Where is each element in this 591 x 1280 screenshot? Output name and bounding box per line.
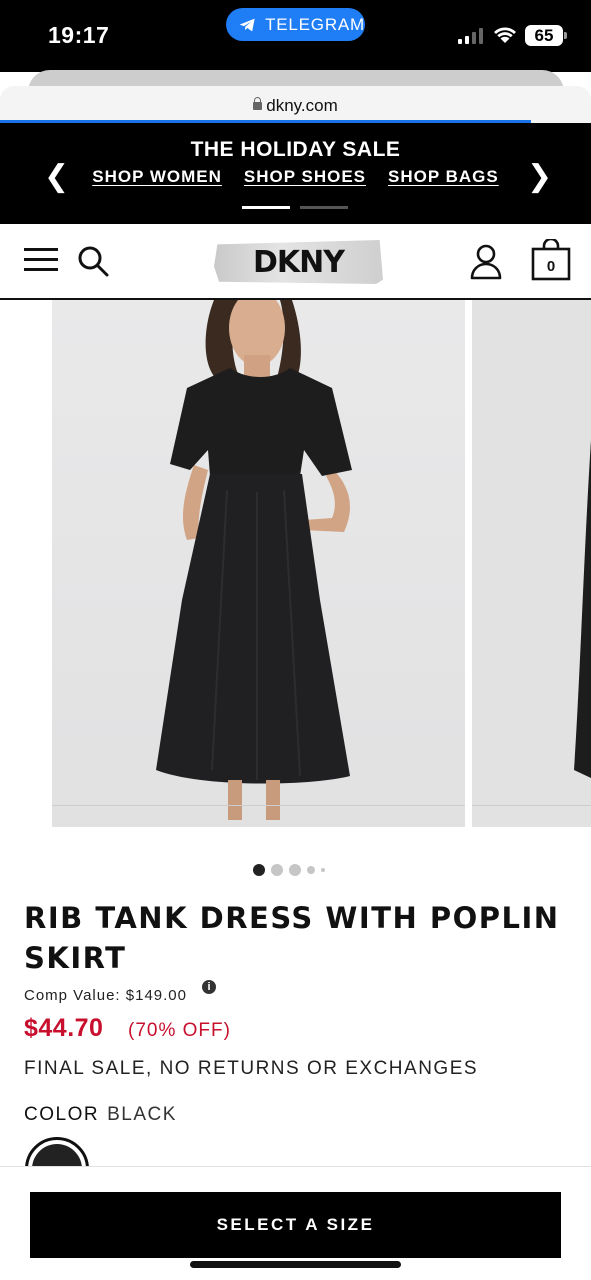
- status-bar: 19:17 TELEGRAM 65: [0, 0, 591, 72]
- promo-carousel-indicator: [242, 206, 348, 209]
- battery-icon: 65: [525, 25, 567, 46]
- lock-icon: [253, 97, 263, 110]
- product-image-carousel[interactable]: [0, 300, 591, 828]
- gallery-dot[interactable]: [271, 864, 283, 876]
- promo-title: THE HOLIDAY SALE: [190, 138, 401, 161]
- final-sale-notice: FINAL SALE, NO RETURNS OR EXCHANGES: [24, 1058, 479, 1079]
- sale-price: $44.70: [24, 1014, 104, 1042]
- bag-count: 0: [546, 258, 556, 275]
- discount-percent: (70% OFF): [128, 1020, 231, 1041]
- dress-model-illustration: [156, 300, 352, 820]
- search-icon[interactable]: [76, 244, 110, 278]
- product-image-main[interactable]: [52, 300, 465, 827]
- gallery-dot-active[interactable]: [253, 864, 265, 876]
- select-size-button[interactable]: SELECT A SIZE: [30, 1192, 561, 1258]
- color-label: COLOR: [24, 1104, 100, 1125]
- shopping-bag-icon[interactable]: 0: [531, 237, 571, 281]
- promo-next-chevron-icon[interactable]: ❯: [527, 159, 552, 194]
- url-text: dkny.com: [266, 96, 338, 115]
- site-header: DKNY 0: [0, 224, 591, 300]
- shop-shoes-link[interactable]: SHOP SHOES: [244, 167, 366, 187]
- menu-hamburger-icon[interactable]: [24, 248, 58, 274]
- promo-indicator-active[interactable]: [242, 206, 290, 209]
- product-title: RIB TANK DRESS WITH POPLIN SKIRT: [24, 901, 560, 975]
- gallery-dot[interactable]: [307, 866, 315, 874]
- product-image-next-preview[interactable]: [472, 300, 591, 827]
- color-value: BLACK: [107, 1104, 177, 1125]
- gallery-dot[interactable]: [289, 864, 301, 876]
- shop-bags-link[interactable]: SHOP BAGS: [388, 167, 499, 187]
- promo-indicator[interactable]: [300, 206, 348, 209]
- telegram-pill-label: TELEGRAM: [265, 14, 365, 34]
- gallery-dot[interactable]: [321, 868, 325, 872]
- status-time: 19:17: [48, 22, 110, 48]
- color-row: COLOR BLACK: [24, 1104, 177, 1126]
- wifi-icon: [494, 27, 516, 43]
- telegram-icon: [239, 18, 255, 31]
- account-user-icon[interactable]: [469, 244, 503, 280]
- promo-banner: THE HOLIDAY SALE ❮ SHOP WOMEN SHOP SHOES…: [0, 123, 591, 224]
- cellular-signal-icon: [458, 28, 483, 44]
- info-icon[interactable]: i: [202, 980, 216, 994]
- bottom-action-bar: SELECT A SIZE: [0, 1166, 591, 1280]
- logo-text: DKNY: [253, 244, 345, 280]
- dkny-logo[interactable]: DKNY: [214, 240, 383, 284]
- shop-women-link[interactable]: SHOP WOMEN: [92, 167, 222, 187]
- telegram-return-pill[interactable]: TELEGRAM: [226, 8, 365, 41]
- address-bar[interactable]: dkny.com: [0, 86, 591, 124]
- comp-value: Comp Value: $149.00: [24, 987, 187, 1004]
- home-indicator[interactable]: [190, 1261, 401, 1268]
- image-pagination-dots: [253, 864, 325, 876]
